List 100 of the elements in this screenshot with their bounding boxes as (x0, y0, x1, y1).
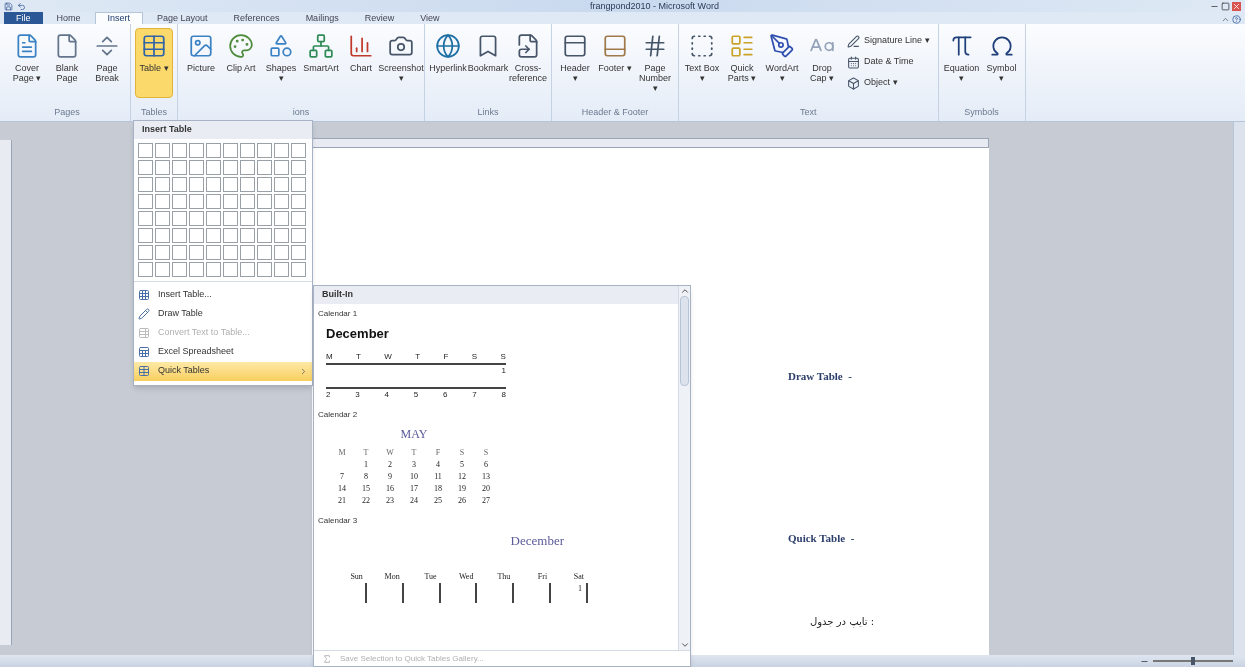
calendar-preview[interactable]: December Sun Mon Tue Wed Thu Fri Sat 1 (314, 527, 604, 607)
ribbon-tab[interactable]: Review (352, 12, 407, 24)
ribbon-button[interactable]: Cover Page ▾ (8, 28, 46, 98)
grid-cell[interactable] (257, 244, 272, 260)
gallery-scrollbar[interactable] (678, 286, 690, 650)
close-icon[interactable] (1232, 1, 1241, 11)
grid-cell[interactable] (206, 176, 221, 192)
ribbon-button[interactable]: Drop Cap ▾ (803, 28, 841, 98)
grid-cell[interactable] (206, 261, 221, 277)
menu-item[interactable]: Insert Table... (134, 285, 312, 305)
scroll-thumb[interactable] (680, 296, 689, 386)
grid-cell[interactable] (189, 210, 204, 226)
ribbon-button[interactable]: Page Number ▾ (636, 28, 674, 98)
grid-cell[interactable] (223, 142, 238, 158)
grid-cell[interactable] (155, 210, 170, 226)
collapse-ribbon-icon[interactable] (1221, 15, 1230, 24)
grid-cell[interactable] (240, 142, 255, 158)
grid-cell[interactable] (206, 142, 221, 158)
grid-cell[interactable] (291, 227, 306, 243)
grid-cell[interactable] (240, 210, 255, 226)
grid-cell[interactable] (274, 227, 289, 243)
ribbon-button[interactable]: Header ▾ (556, 28, 594, 98)
grid-cell[interactable] (172, 176, 187, 192)
menu-item[interactable]: Draw Table (134, 304, 312, 324)
ribbon-tab[interactable]: File (4, 12, 43, 24)
grid-cell[interactable] (291, 210, 306, 226)
grid-cell[interactable] (155, 159, 170, 175)
ribbon-small-button[interactable]: Object ▾ (843, 74, 934, 92)
grid-cell[interactable] (189, 142, 204, 158)
grid-cell[interactable] (189, 227, 204, 243)
zoom-slider-thumb[interactable] (1191, 657, 1195, 665)
grid-cell[interactable] (138, 227, 153, 243)
grid-cell[interactable] (240, 176, 255, 192)
maximize-icon[interactable] (1221, 1, 1230, 11)
grid-cell[interactable] (291, 193, 306, 209)
grid-cell[interactable] (138, 176, 153, 192)
ribbon-button[interactable]: SmartArt (302, 28, 340, 98)
grid-cell[interactable] (155, 227, 170, 243)
grid-cell[interactable] (138, 244, 153, 260)
ribbon-button[interactable]: Table ▾ (135, 28, 173, 98)
grid-cell[interactable] (274, 159, 289, 175)
grid-cell[interactable] (172, 227, 187, 243)
grid-cell[interactable] (240, 261, 255, 277)
grid-cell[interactable] (155, 193, 170, 209)
grid-cell[interactable] (223, 193, 238, 209)
grid-cell[interactable] (206, 227, 221, 243)
ribbon-button[interactable]: Equation ▾ (942, 28, 981, 98)
ribbon-button[interactable]: Hyperlink (429, 28, 467, 98)
grid-cell[interactable] (223, 227, 238, 243)
ribbon-tab[interactable]: Page Layout (145, 12, 220, 24)
scroll-up-icon[interactable] (679, 286, 690, 296)
grid-cell[interactable] (138, 210, 153, 226)
grid-cell[interactable] (189, 159, 204, 175)
grid-cell[interactable] (291, 261, 306, 277)
grid-cell[interactable] (138, 193, 153, 209)
calendar-preview[interactable]: MAY M T W T F S S 1 2 3 4 5 6 7 8 9 10 11 12 13 14 15 16 17 18 19 20 21 22 23 24 25 26 27 (314, 421, 514, 511)
grid-cell[interactable] (206, 159, 221, 175)
grid-cell[interactable] (155, 142, 170, 158)
grid-cell[interactable] (172, 142, 187, 158)
grid-cell[interactable] (172, 210, 187, 226)
calendar-preview[interactable]: December M T W T F S S 1 2 3 4 5 6 7 8 (314, 319, 678, 405)
ribbon-button[interactable]: Symbol ▾ (982, 28, 1021, 98)
grid-cell[interactable] (138, 159, 153, 175)
menu-item[interactable]: Quick Tables (134, 361, 312, 381)
grid-cell[interactable] (138, 261, 153, 277)
ribbon-tab[interactable]: References (221, 12, 292, 24)
ribbon-tab[interactable]: Insert (94, 12, 144, 24)
grid-cell[interactable] (223, 210, 238, 226)
grid-cell[interactable] (206, 244, 221, 260)
grid-cell[interactable] (274, 193, 289, 209)
grid-cell[interactable] (155, 261, 170, 277)
grid-cell[interactable] (189, 193, 204, 209)
ribbon-button[interactable]: Page Break (88, 28, 126, 98)
ribbon-small-button[interactable]: Date & Time (843, 53, 934, 71)
grid-cell[interactable] (291, 244, 306, 260)
grid-cell[interactable] (223, 244, 238, 260)
ribbon-small-button[interactable]: Signature Line ▾ (843, 32, 934, 50)
ribbon-button[interactable]: Quick Parts ▾ (723, 28, 761, 98)
ribbon-tab[interactable]: Home (44, 12, 93, 24)
ribbon-button[interactable]: Shapes ▾ (262, 28, 300, 98)
grid-cell[interactable] (206, 193, 221, 209)
grid-cell[interactable] (223, 176, 238, 192)
grid-cell[interactable] (274, 176, 289, 192)
grid-cell[interactable] (274, 142, 289, 158)
grid-cell[interactable] (274, 210, 289, 226)
ribbon-button[interactable]: Bookmark (469, 28, 507, 98)
grid-cell[interactable] (172, 244, 187, 260)
grid-cell[interactable] (291, 159, 306, 175)
grid-cell[interactable] (240, 193, 255, 209)
grid-cell[interactable] (274, 244, 289, 260)
grid-cell[interactable] (240, 159, 255, 175)
grid-cell[interactable] (274, 261, 289, 277)
grid-cell[interactable] (155, 244, 170, 260)
grid-cell[interactable] (155, 176, 170, 192)
grid-cell[interactable] (257, 193, 272, 209)
grid-cell[interactable] (240, 227, 255, 243)
undo-icon[interactable] (17, 1, 26, 11)
grid-cell[interactable] (257, 227, 272, 243)
grid-cell[interactable] (240, 244, 255, 260)
ribbon-button[interactable]: Footer ▾ (596, 28, 634, 98)
